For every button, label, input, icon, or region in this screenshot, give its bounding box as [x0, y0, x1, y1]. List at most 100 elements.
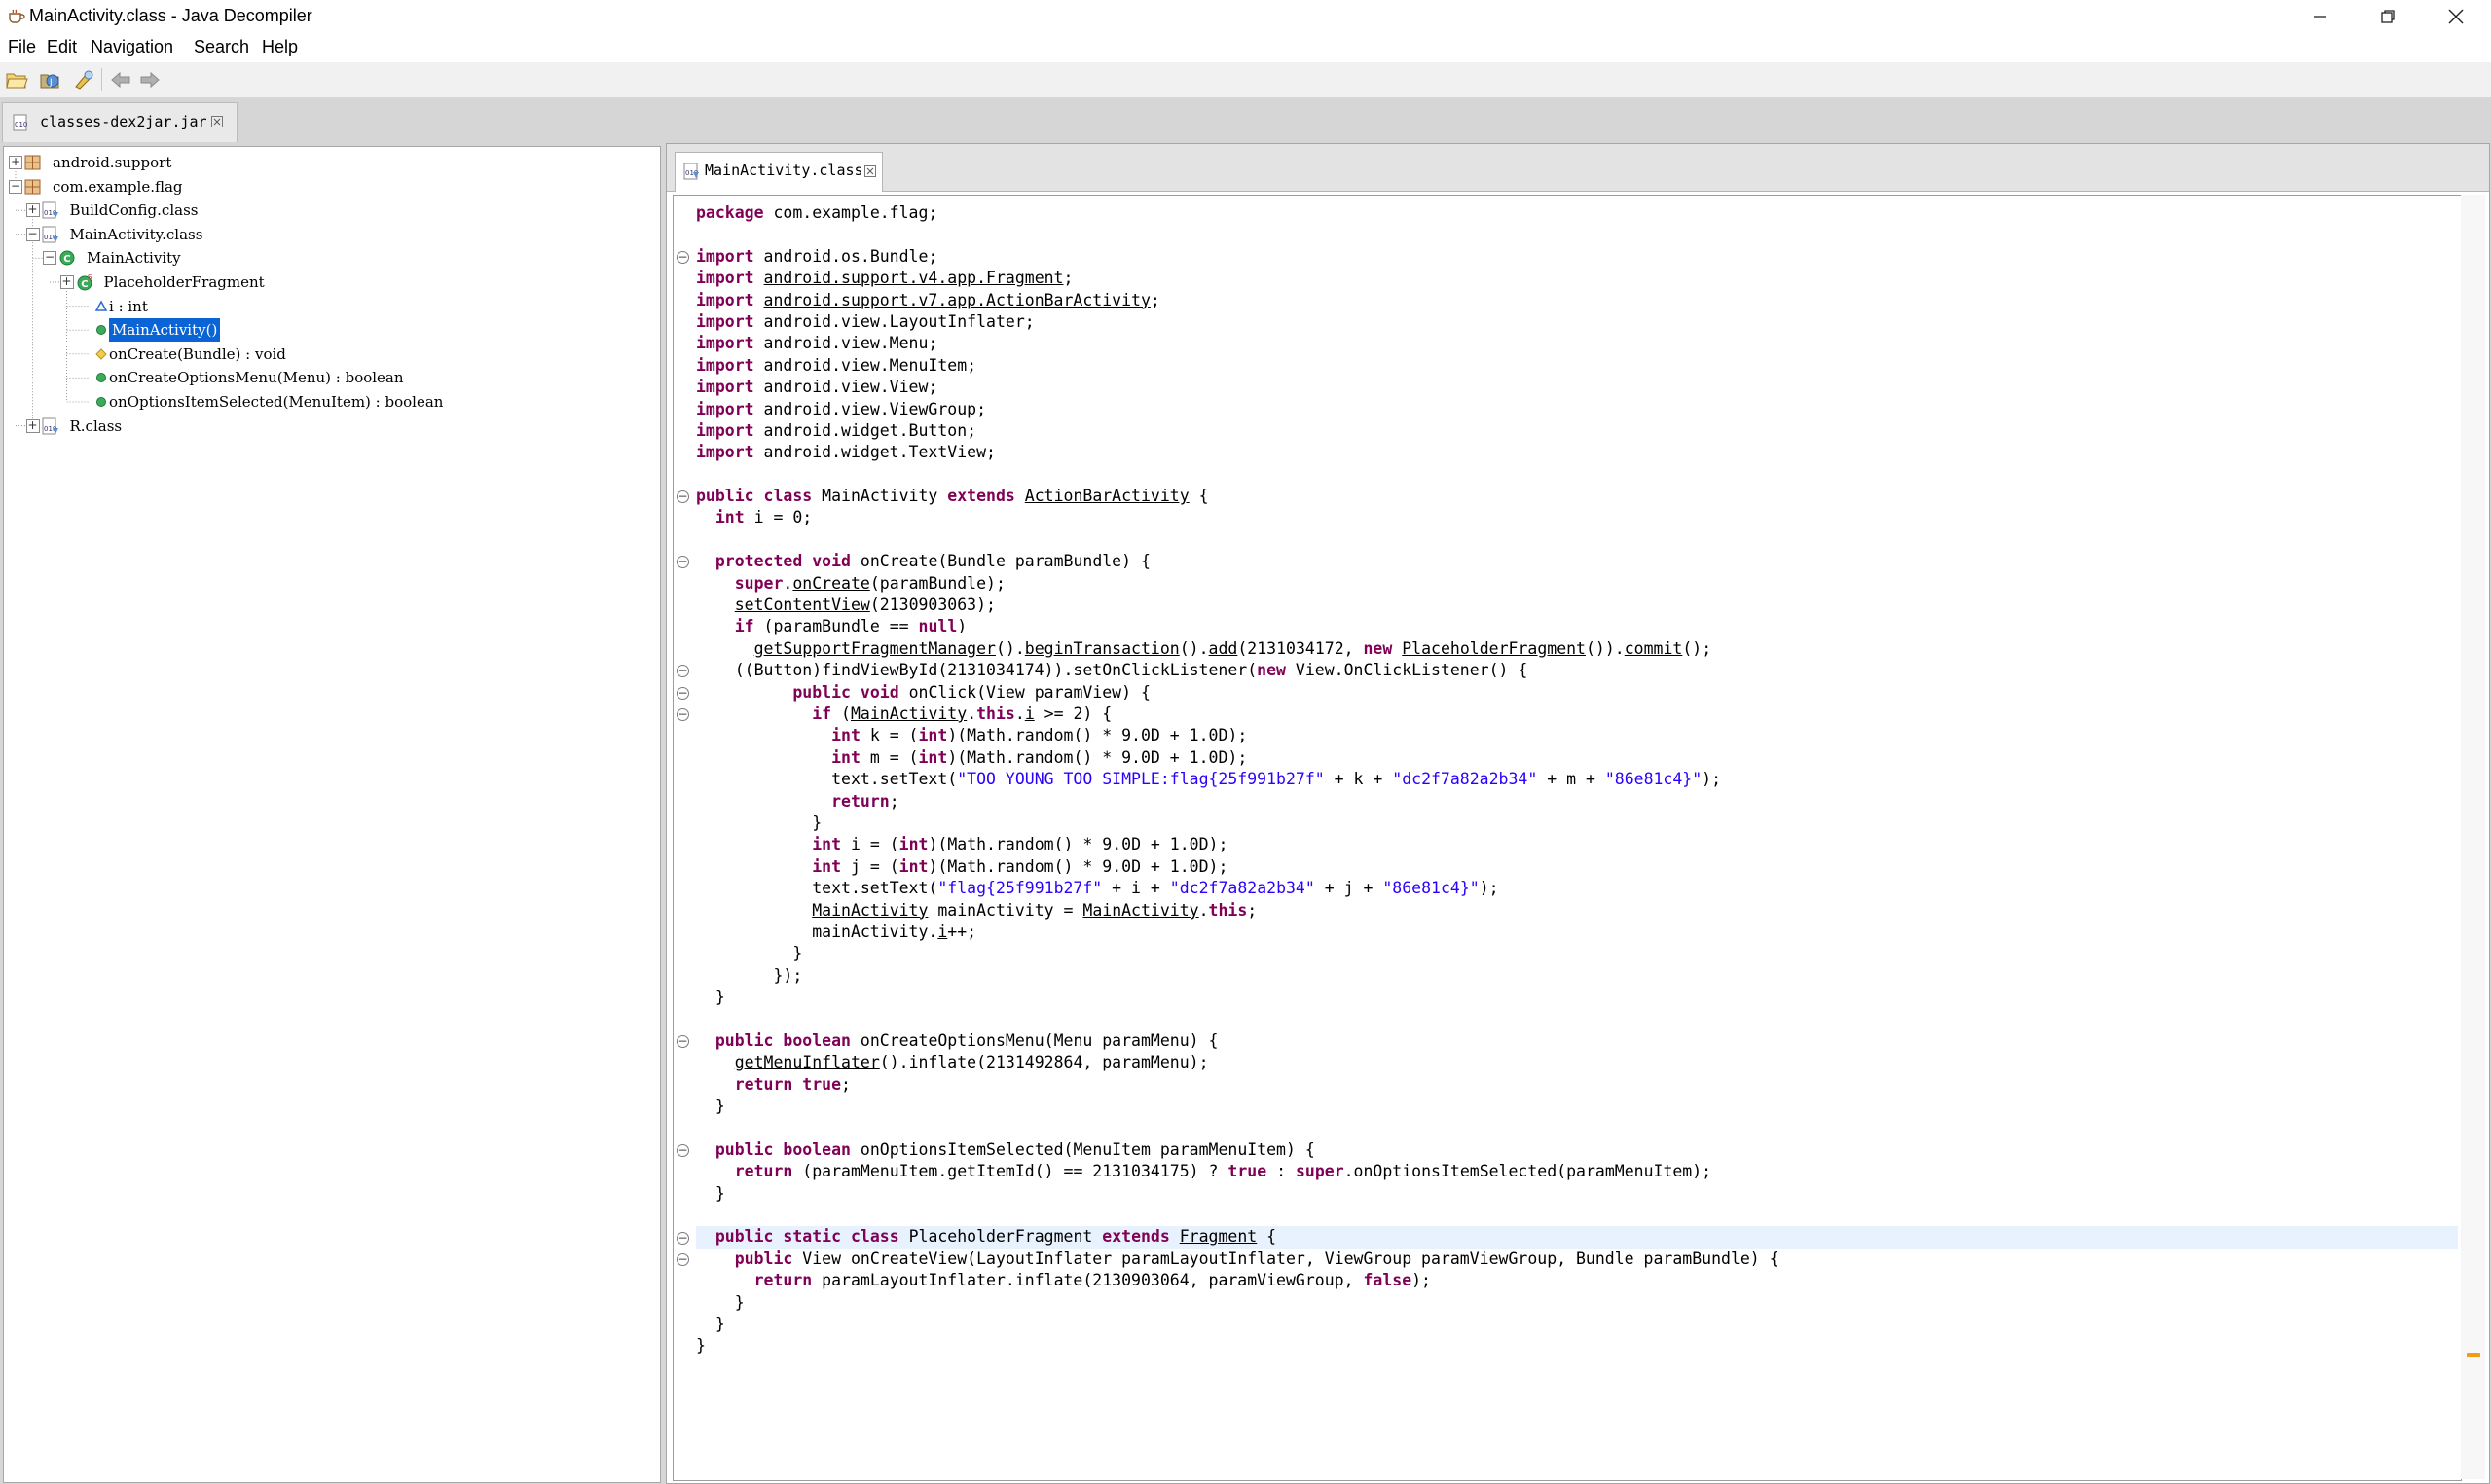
tree-item[interactable]: onOptionsItemSelected(MenuItem) : boolea… — [4, 390, 660, 414]
editor-tab-mainactivity[interactable]: 010 MainActivity.class — [675, 152, 883, 192]
menu-search[interactable]: Search — [192, 37, 251, 57]
fold-collapse-icon[interactable]: − — [677, 665, 689, 678]
code-line: import android.view.LayoutInflater; — [696, 311, 1035, 331]
code-line: } — [696, 1183, 725, 1203]
class-icon: C — [57, 249, 77, 267]
forward-arrow-icon[interactable] — [138, 69, 162, 90]
restore-icon — [2381, 10, 2395, 23]
toolbar: J — [0, 62, 2491, 98]
tree-item[interactable]: +010 R.class — [4, 415, 660, 438]
tree-item[interactable]: − C MainActivity — [4, 246, 660, 270]
fold-collapse-icon[interactable]: − — [677, 686, 689, 700]
menu-file[interactable]: File — [6, 37, 38, 57]
fold-collapse-icon[interactable]: − — [677, 1144, 689, 1158]
code-line: public class MainActivity extends Action… — [696, 487, 1209, 506]
code-line: public View onCreateView(LayoutInflater … — [734, 1249, 1779, 1268]
tree-item[interactable]: +010 BuildConfig.class — [4, 199, 660, 222]
open-file-icon[interactable] — [5, 69, 28, 90]
class-file-icon: 010 — [41, 201, 60, 219]
code-line: import android.view.View; — [696, 378, 938, 397]
minimize-icon — [2314, 16, 2326, 18]
collapse-icon[interactable]: − — [43, 251, 56, 266]
fold-collapse-icon[interactable]: − — [677, 556, 689, 569]
fold-collapse-icon[interactable]: − — [677, 1035, 689, 1049]
code-line: text.setText("flag{25f991b27f" + i + "dc… — [696, 879, 1499, 898]
code-line: getSupportFragmentManager().beginTransac… — [753, 638, 1712, 658]
fold-collapse-icon[interactable]: − — [677, 250, 689, 264]
code-line: import android.view.MenuItem; — [696, 355, 977, 375]
collapse-icon[interactable]: − — [25, 227, 40, 241]
class-file-icon: 010 — [683, 163, 699, 180]
expand-icon[interactable]: + — [59, 275, 74, 289]
code-line: import android.support.v4.app.Fragment; — [696, 269, 1074, 288]
tree-item[interactable]: onCreate(Bundle) : void — [4, 343, 660, 366]
package-icon — [23, 178, 43, 196]
code-line: return; — [831, 791, 899, 811]
code-line: import android.support.v7.app.ActionBarA… — [696, 290, 1160, 309]
collapse-icon[interactable]: − — [9, 179, 22, 194]
tree-item[interactable]: i : int — [4, 295, 660, 318]
code-line: super.onCreate(paramBundle); — [734, 573, 1006, 593]
overview-ruler[interactable] — [2461, 195, 2485, 1479]
code-line: int j = (int)(Math.random() * 9.0D + 1.0… — [812, 856, 1228, 876]
code-line: return true; — [734, 1074, 851, 1094]
menu-edit[interactable]: Edit — [45, 37, 79, 57]
fold-collapse-icon[interactable]: − — [677, 708, 689, 722]
tree-item-label: onOptionsItemSelected(MenuItem) : boolea… — [109, 393, 444, 411]
fold-collapse-icon[interactable]: − — [677, 1231, 689, 1245]
editor-tab-bar: 010 MainActivity.class — [667, 144, 2489, 192]
code-line: int k = (int)(Math.random() * 9.0D + 1.0… — [831, 726, 1248, 745]
coffee-cup-icon — [9, 9, 25, 23]
protected-method-icon — [92, 345, 111, 363]
expand-icon[interactable]: + — [9, 156, 22, 169]
close-window-button[interactable] — [2422, 0, 2490, 33]
public-method-icon — [92, 393, 111, 411]
tree-item[interactable]: onCreateOptionsMenu(Menu) : boolean — [4, 366, 660, 389]
tree-item-label: MainActivity() — [107, 317, 222, 344]
tree-item-label: BuildConfig.class — [69, 201, 199, 220]
file-tab-classes-dex2jar[interactable]: 010 classes-dex2jar.jar — [2, 102, 238, 142]
svg-text:J: J — [49, 78, 53, 88]
overview-marker[interactable] — [2467, 1353, 2480, 1357]
window-title: MainActivity.class - Java Decompiler — [29, 6, 312, 25]
tree-item-label: android.support — [53, 154, 172, 171]
menu-help[interactable]: Help — [260, 37, 300, 57]
code-editor[interactable]: − − − − − − − − − − package com.example.flag; imp… — [673, 195, 2462, 1481]
expand-icon[interactable]: + — [25, 418, 40, 433]
code-line: package com.example.flag; — [696, 203, 938, 222]
close-tab-icon[interactable] — [864, 165, 876, 177]
fold-gutter: − − − − − − − − − − — [674, 196, 693, 1480]
tree-item-label: R.class — [69, 416, 123, 435]
tree-item-label: PlaceholderFragment — [103, 273, 265, 291]
menu-navigation[interactable]: Navigation — [89, 37, 175, 57]
open-type-icon[interactable]: J — [39, 69, 62, 90]
fold-collapse-icon[interactable]: − — [677, 490, 689, 504]
tree-item[interactable]: MainActivity() — [4, 317, 660, 344]
code-line: import android.view.Menu; — [696, 334, 938, 353]
expand-icon[interactable]: + — [25, 203, 40, 218]
restore-button[interactable] — [2354, 0, 2422, 33]
close-tab-icon[interactable] — [211, 116, 223, 127]
search-icon[interactable] — [72, 69, 95, 90]
tree-item[interactable]: − com.example.flag — [4, 175, 660, 199]
code-line: import android.widget.Button; — [696, 420, 977, 440]
tree-item[interactable]: −010 MainActivity.class — [4, 223, 660, 246]
minimize-button[interactable] — [2286, 0, 2354, 33]
fold-collapse-icon[interactable]: − — [677, 1253, 689, 1267]
code-line: int m = (int)(Math.random() * 9.0D + 1.0… — [831, 747, 1248, 767]
code-lines: package com.example.flag; import android… — [696, 202, 2458, 1357]
tree-item[interactable]: + android.support — [4, 151, 660, 174]
code-line: int i = 0; — [714, 508, 813, 527]
tree-item[interactable]: + C S PlaceholderFragment — [4, 271, 660, 294]
svg-text:C: C — [63, 254, 70, 265]
svg-text:010: 010 — [15, 121, 27, 128]
code-line: } — [696, 813, 823, 832]
menu-bar: File Edit Navigation Search Help — [0, 33, 2491, 63]
code-line: ((Button)findViewById(2131034174)).setOn… — [696, 661, 1528, 680]
back-arrow-icon[interactable] — [109, 69, 132, 90]
code-line: } — [696, 1314, 725, 1333]
